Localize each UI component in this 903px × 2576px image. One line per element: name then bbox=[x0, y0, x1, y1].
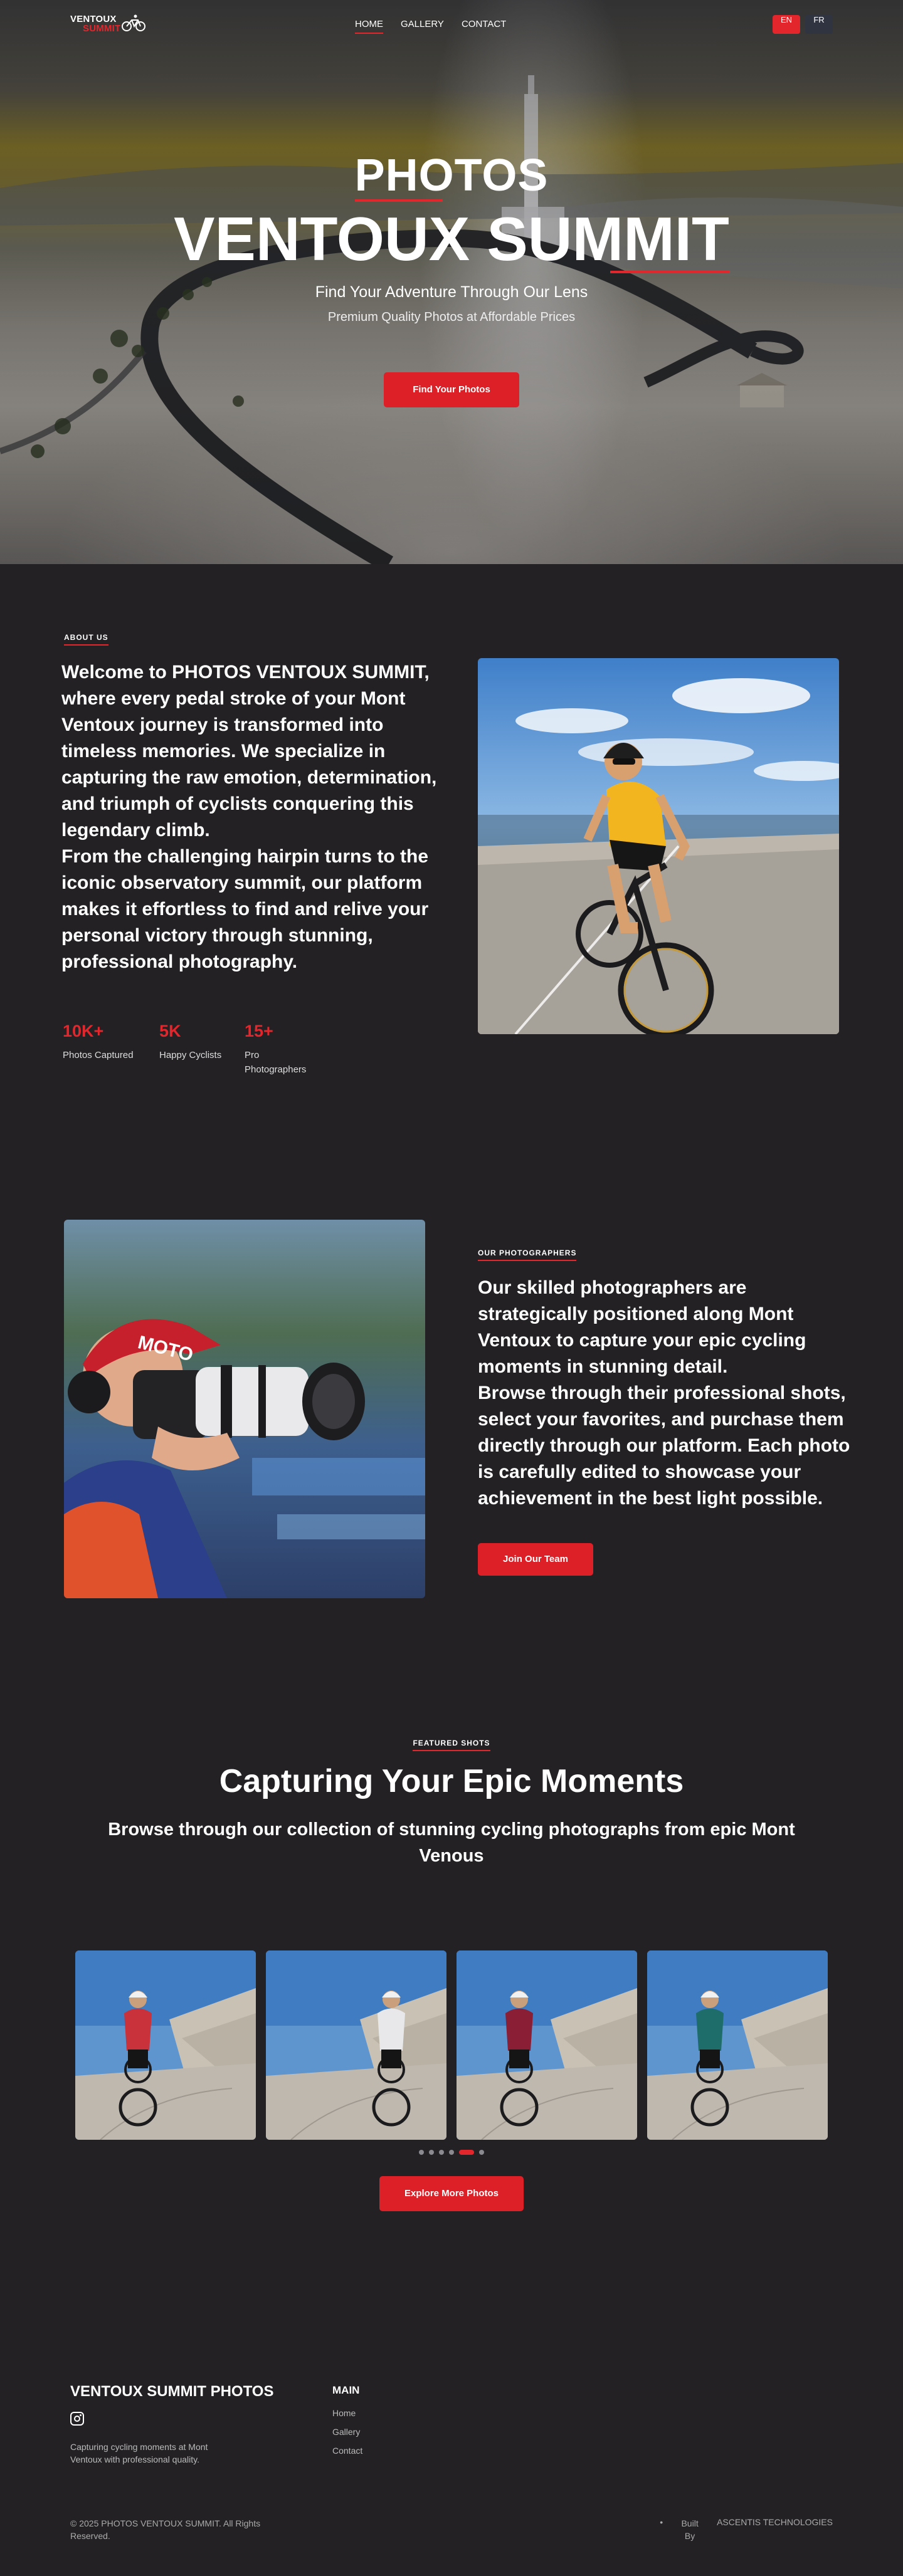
find-photos-button[interactable]: Find Your Photos bbox=[384, 372, 519, 407]
cyclist-photo bbox=[478, 658, 839, 1034]
photographers-paragraph-1: Our skilled photographers are strategica… bbox=[478, 1277, 806, 1377]
cyclist-illustration bbox=[478, 658, 839, 1034]
footer-copyright: © 2025 PHOTOS VENTOUX SUMMIT. All Rights… bbox=[70, 2518, 261, 2541]
nav-gallery-link[interactable]: GALLERY bbox=[401, 19, 444, 34]
site-logo[interactable]: VENTOUX SUMMIT bbox=[70, 14, 152, 39]
footer-main-heading: MAIN bbox=[332, 2384, 360, 2396]
lang-fr-button[interactable]: FR bbox=[805, 15, 833, 34]
main-menu: HOME GALLERY CONTACT bbox=[355, 19, 506, 34]
lang-en-button[interactable]: EN bbox=[773, 15, 800, 34]
stat-value: 10K+ bbox=[63, 1022, 104, 1040]
carousel-dot[interactable] bbox=[419, 2150, 424, 2155]
footer-gallery-link[interactable]: Gallery bbox=[332, 2427, 362, 2437]
photographer-illustration: MOTO bbox=[64, 1220, 425, 1598]
photo-carousel bbox=[75, 1950, 828, 2140]
hero-title-line1: PHOTOS bbox=[354, 150, 549, 202]
carousel-dot[interactable] bbox=[479, 2150, 484, 2155]
join-team-button[interactable]: Join Our Team bbox=[478, 1543, 593, 1576]
bicycle-icon bbox=[122, 14, 145, 31]
footer-contact-link[interactable]: Contact bbox=[332, 2446, 362, 2456]
about-paragraph-1: Welcome to PHOTOS VENTOUX SUMMIT, where … bbox=[61, 662, 437, 840]
photographers-text: Our skilled photographers are strategica… bbox=[478, 1275, 854, 1512]
stat-value: 15+ bbox=[245, 1022, 273, 1040]
nav-home-link[interactable]: HOME bbox=[355, 19, 383, 34]
about-text: Welcome to PHOTOS VENTOUX SUMMIT, where … bbox=[61, 659, 438, 975]
built-by-company[interactable]: ASCENTIS TECHNOLOGIES bbox=[717, 2517, 833, 2542]
cyclist-thumbnail bbox=[457, 1950, 637, 2140]
about-section: ABOUT US Welcome to PHOTOS VENTOUX SUMMI… bbox=[0, 633, 903, 1109]
carousel-dots bbox=[0, 2150, 903, 2155]
featured-subtitle: Browse through our collection of stunnin… bbox=[108, 1819, 795, 1866]
logo-text-bottom: SUMMIT bbox=[83, 23, 121, 34]
stat-photographers: 15+ Pro Photographers bbox=[245, 1020, 341, 1077]
carousel-slide[interactable] bbox=[266, 1950, 446, 2140]
photographers-label: OUR PHOTOGRAPHERS bbox=[478, 1249, 577, 1261]
carousel-dot[interactable] bbox=[429, 2150, 434, 2155]
carousel-dot[interactable] bbox=[449, 2150, 454, 2155]
hero-content: PHOTOS VENTOUX SUMMIT Find Your Adventur… bbox=[0, 150, 903, 407]
hero-subtitle: Find Your Adventure Through Our Lens bbox=[315, 283, 588, 301]
stat-photos: 10K+ Photos Captured bbox=[63, 1020, 159, 1077]
featured-title: Capturing Your Epic Moments bbox=[219, 1763, 684, 1799]
hero-section: VENTOUX SUMMIT HOME GALLERY CONTACT EN F… bbox=[0, 0, 903, 564]
cyclist-thumbnail bbox=[266, 1950, 446, 2140]
carousel-dot[interactable] bbox=[439, 2150, 444, 2155]
about-label: ABOUT US bbox=[64, 633, 108, 646]
photographer-photo: MOTO bbox=[64, 1220, 425, 1598]
bullet-icon: • bbox=[660, 2517, 663, 2527]
nav-contact-link[interactable]: CONTACT bbox=[462, 19, 506, 34]
carousel-slide[interactable] bbox=[75, 1950, 256, 2140]
site-footer: VENTOUX SUMMIT PHOTOS Capturing cycling … bbox=[0, 2375, 903, 2576]
photographers-paragraph-2: Browse through their professional shots,… bbox=[478, 1383, 850, 1509]
stats-row: 10K+ Photos Captured 5K Happy Cyclists 1… bbox=[63, 1020, 341, 1077]
stat-label: Pro Photographers bbox=[245, 1050, 307, 1075]
footer-links: Home Gallery Contact bbox=[332, 2408, 362, 2456]
stat-cyclists: 5K Happy Cyclists bbox=[159, 1020, 245, 1077]
explore-photos-button[interactable]: Explore More Photos bbox=[379, 2176, 524, 2211]
footer-home-link[interactable]: Home bbox=[332, 2408, 362, 2418]
carousel-slide[interactable] bbox=[647, 1950, 828, 2140]
carousel-dot[interactable] bbox=[459, 2150, 474, 2155]
stat-label: Photos Captured bbox=[63, 1050, 134, 1060]
language-switcher: EN FR bbox=[773, 15, 833, 34]
footer-description: Capturing cycling moments at Mont Ventou… bbox=[70, 2442, 208, 2464]
cyclist-thumbnail bbox=[647, 1950, 828, 2140]
featured-label: FEATURED SHOTS bbox=[413, 1739, 490, 1751]
carousel-slide[interactable] bbox=[457, 1950, 637, 2140]
built-by-label: Built By bbox=[681, 2518, 699, 2541]
hero-title-line2: VENTOUX SUMMIT bbox=[174, 204, 729, 273]
footer-built-by: • Built By ASCENTIS TECHNOLOGIES bbox=[660, 2517, 833, 2542]
footer-brand: VENTOUX SUMMIT PHOTOS bbox=[70, 2383, 274, 2400]
featured-section: FEATURED SHOTS Capturing Your Epic Momen… bbox=[0, 1736, 903, 2212]
stat-label: Happy Cyclists bbox=[159, 1050, 222, 1060]
stat-value: 5K bbox=[159, 1022, 181, 1040]
photographers-section: MOTO OUR PHOTOGRAPHERS Our skilled photo… bbox=[0, 1220, 903, 1608]
about-paragraph-2: From the challenging hairpin turns to th… bbox=[61, 846, 429, 972]
top-navigation: VENTOUX SUMMIT HOME GALLERY CONTACT EN F… bbox=[0, 0, 903, 50]
instagram-icon[interactable] bbox=[70, 2412, 84, 2426]
hero-tagline: Premium Quality Photos at Affordable Pri… bbox=[327, 310, 576, 324]
cyclist-thumbnail bbox=[75, 1950, 256, 2140]
